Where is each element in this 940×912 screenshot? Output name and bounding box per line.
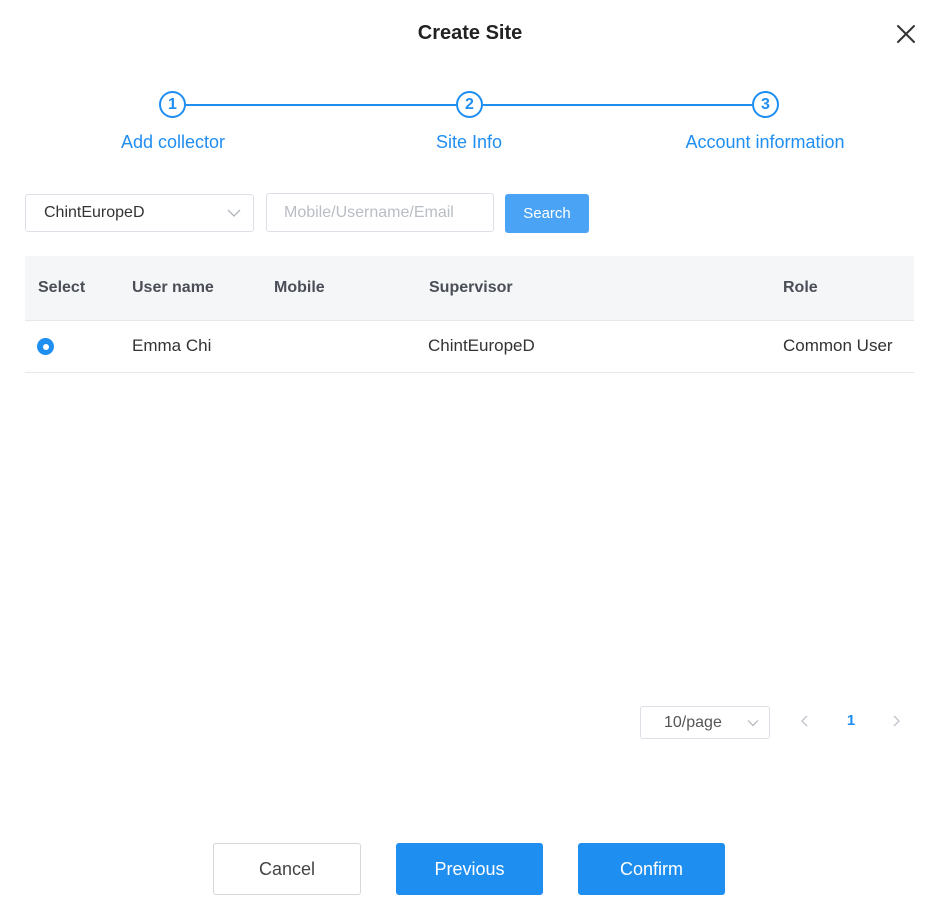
confirm-button[interactable]: Confirm — [578, 843, 725, 895]
cell-username: Emma Chi — [132, 336, 212, 355]
step-3-indicator: 3 — [752, 91, 779, 118]
step-2-indicator: 2 — [456, 91, 483, 118]
cell-supervisor: ChintEuropeD — [428, 336, 535, 355]
column-header-mobile: Mobile — [274, 279, 325, 296]
users-table: Select User name Mobile Supervisor Role … — [25, 256, 914, 373]
supervisor-select[interactable]: ChintEuropeD — [25, 194, 254, 232]
table-row[interactable]: Emma Chi ChintEuropeD Common User — [25, 321, 914, 373]
column-header-role: Role — [783, 279, 818, 296]
chevron-down-icon — [747, 720, 759, 727]
stepper: 1 2 3 Add collector Site Info Account in… — [0, 91, 940, 161]
chevron-left-icon[interactable] — [797, 711, 813, 731]
column-header-supervisor: Supervisor — [429, 279, 513, 296]
cancel-button[interactable]: Cancel — [213, 843, 361, 895]
chevron-right-icon[interactable] — [888, 711, 904, 731]
step-2-label: Site Info — [435, 132, 503, 152]
step-connector — [186, 104, 456, 106]
column-header-username: User name — [132, 279, 214, 296]
page-size-select[interactable]: 10/page — [640, 706, 770, 739]
search-input[interactable] — [266, 193, 494, 232]
close-icon[interactable] — [894, 22, 918, 46]
row-select-radio[interactable] — [37, 338, 54, 355]
step-1-label: Add collector — [120, 132, 226, 152]
table-header: Select User name Mobile Supervisor Role — [25, 256, 914, 321]
search-button[interactable]: Search — [505, 194, 589, 233]
supervisor-select-value: ChintEuropeD — [44, 204, 145, 221]
step-3-label: Account information — [685, 132, 845, 152]
chevron-down-icon — [227, 209, 241, 217]
cell-role: Common User — [783, 336, 893, 355]
page-size-value: 10/page — [664, 714, 722, 731]
dialog-title: Create Site — [417, 22, 523, 44]
column-header-select: Select — [38, 279, 86, 296]
previous-button[interactable]: Previous — [396, 843, 543, 895]
step-1-indicator: 1 — [159, 91, 186, 118]
page-number-current[interactable]: 1 — [840, 711, 862, 731]
step-connector — [483, 104, 752, 106]
